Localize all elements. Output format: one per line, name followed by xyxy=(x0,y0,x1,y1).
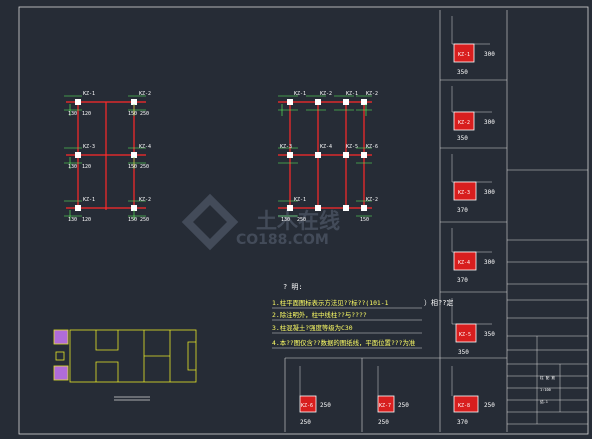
col-label: KZ-1 xyxy=(83,91,95,97)
dim-label: 250 xyxy=(297,217,306,223)
dim-label: 120 xyxy=(82,164,91,170)
section-height: 250 xyxy=(398,402,409,409)
section-width: 350 xyxy=(458,349,469,356)
col-label: KZ-6 xyxy=(366,144,378,150)
note-line: 4.本??图仅含??数据的图纸线，平面位置???为准 xyxy=(272,338,416,347)
col-label: KZ-1 xyxy=(294,91,306,97)
dim-label: 150 xyxy=(128,164,137,170)
col-label: KZ-2 xyxy=(139,197,151,203)
section-name: KZ-8 xyxy=(458,403,470,409)
section-name: KZ-2 xyxy=(458,120,470,126)
section-height: 300 xyxy=(484,51,495,58)
dim-label: 120 xyxy=(82,217,91,223)
section-height: 350 xyxy=(484,331,495,338)
dim-label: 130 xyxy=(68,111,77,117)
dim-label: 150 xyxy=(360,217,369,223)
col-label: KZ-5 xyxy=(346,144,358,150)
note-line: 2.除注明外，柱中线柱??与???? xyxy=(272,310,367,319)
section-name: KZ-5 xyxy=(459,332,471,338)
section-name: KZ-3 xyxy=(458,190,470,196)
notes-trailing: ）相??定 xyxy=(424,298,453,307)
drawing-name: 柱 配 筋 xyxy=(540,375,556,380)
col-label: KZ-4 xyxy=(320,144,332,150)
dim-label: 130 xyxy=(68,164,77,170)
dim-label: 150 xyxy=(128,217,137,223)
section-width: 370 xyxy=(457,277,468,284)
col-label: KZ-2 xyxy=(139,91,151,97)
col-label: KZ-4 xyxy=(139,144,151,150)
cad-drawing-sheet: 土木在线 CO188.COM KZ-1 KZ-2 KZ-3 KZ-4 KZ-1 … xyxy=(0,0,592,439)
dim-label: 130 xyxy=(68,217,77,223)
note-line: 1.柱平面图标表示方法见??标??(101-1 xyxy=(272,298,389,307)
sheet-number: 结-1 xyxy=(540,399,548,404)
dim-label: 130 xyxy=(281,217,290,223)
col-label: KZ-2 xyxy=(320,91,332,97)
section-width: 250 xyxy=(300,419,311,426)
notes-title: ? 明: xyxy=(283,283,303,291)
section-height: 250 xyxy=(484,402,495,409)
section-height: 300 xyxy=(484,259,495,266)
section-height: 300 xyxy=(484,189,495,196)
section-width: 370 xyxy=(457,207,468,214)
section-height: 300 xyxy=(484,119,495,126)
section-name: KZ-1 xyxy=(458,52,470,58)
section-name: KZ-7 xyxy=(379,403,391,409)
section-width: 350 xyxy=(457,135,468,142)
scale-value: 1:100 xyxy=(540,388,551,392)
section-name: KZ-6 xyxy=(301,403,313,409)
section-width: 370 xyxy=(457,419,468,426)
col-label: KZ-1 xyxy=(83,197,95,203)
section-width: 250 xyxy=(378,419,389,426)
dim-label: 250 xyxy=(140,164,149,170)
col-label: KZ-1 xyxy=(294,197,306,203)
section-name: KZ-4 xyxy=(458,260,470,266)
watermark-url: CO188.COM xyxy=(236,232,329,248)
dim-label: 120 xyxy=(82,111,91,117)
col-label: KZ-1 xyxy=(346,91,358,97)
dim-label: 250 xyxy=(140,217,149,223)
col-label: KZ-2 xyxy=(366,197,378,203)
section-height: 250 xyxy=(320,402,331,409)
col-label: KZ-3 xyxy=(83,144,95,150)
dim-label: 150 xyxy=(128,111,137,117)
section-width: 350 xyxy=(457,69,468,76)
dim-label: 250 xyxy=(140,111,149,117)
col-label: KZ-3 xyxy=(280,144,292,150)
col-label: KZ-2 xyxy=(366,91,378,97)
note-line: 3.柱混凝土?强度等级为C30 xyxy=(272,323,353,332)
